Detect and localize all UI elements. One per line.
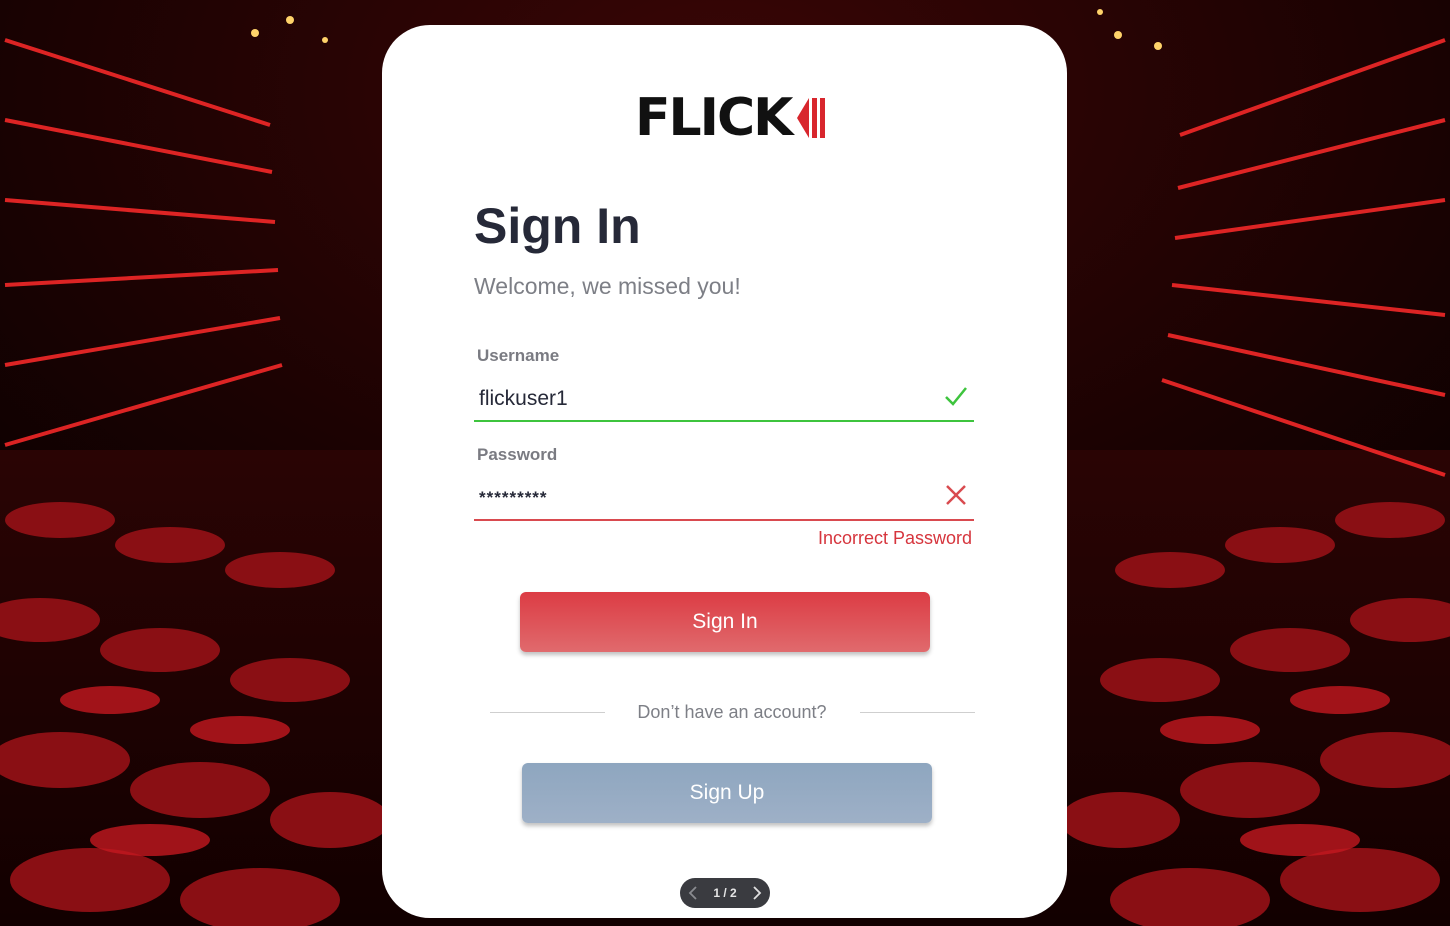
sign-in-button[interactable]: Sign In [520, 592, 930, 652]
signin-card: FLICK Sign In Welcome, we missed you! Us… [382, 25, 1067, 918]
username-field-wrapper [474, 376, 974, 422]
close-icon [946, 485, 966, 505]
username-input[interactable] [477, 376, 921, 422]
page-title: Sign In [474, 198, 641, 254]
chevron-right-icon[interactable] [746, 883, 766, 903]
page-subtitle: Welcome, we missed you! [474, 273, 741, 299]
password-field-wrapper [474, 475, 974, 521]
password-error-message: Incorrect Password [817, 528, 972, 548]
password-input[interactable] [477, 475, 921, 521]
film-mark-icon [797, 98, 825, 138]
logo-text: FLICK [635, 88, 793, 148]
no-account-text: Don’t have an account? [637, 702, 827, 722]
page-indicator: 1 / 2 [680, 878, 770, 908]
flick-logo: FLICK [635, 92, 825, 144]
password-label: Password [477, 445, 558, 464]
check-icon [945, 387, 967, 406]
sign-up-button[interactable]: Sign Up [522, 763, 932, 823]
divider-line-right [860, 712, 975, 713]
username-label: Username [477, 346, 560, 365]
